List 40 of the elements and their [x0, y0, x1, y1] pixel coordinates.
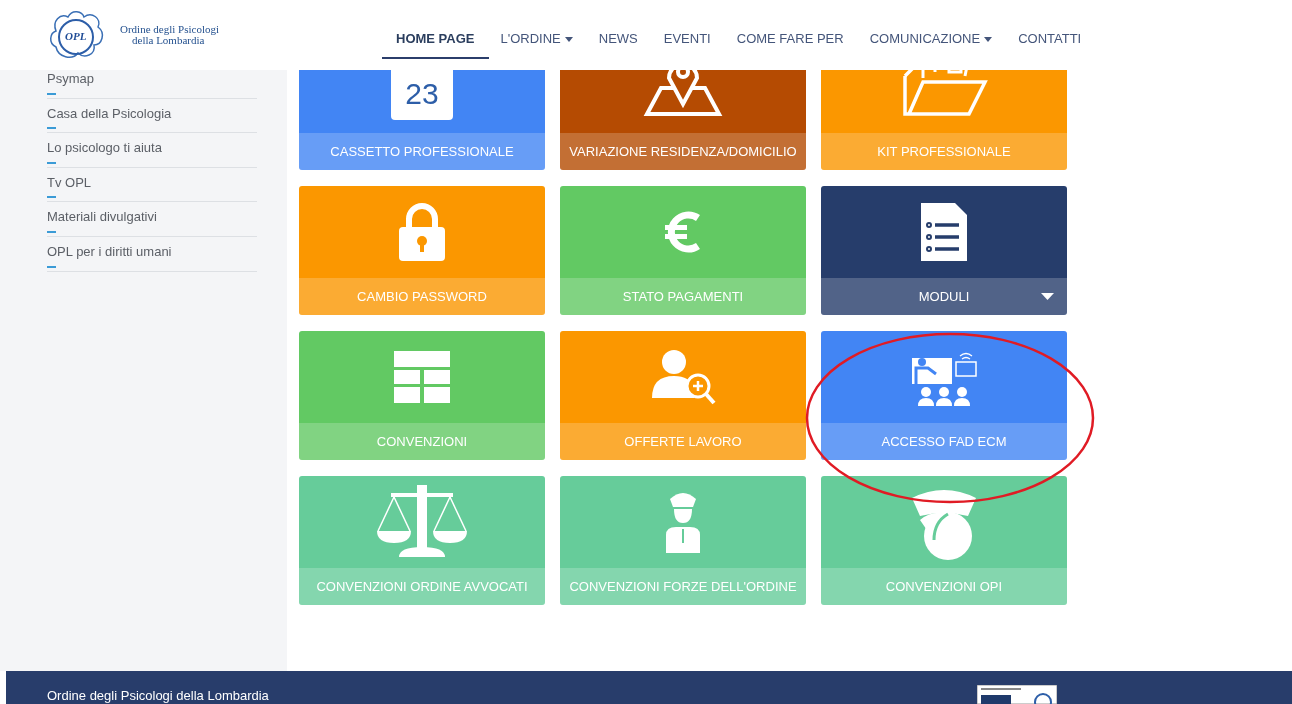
tile-label: STATO PAGAMENTI: [622, 287, 744, 306]
officer-icon: [664, 491, 702, 553]
logo-title: Ordine degli Psicologi: [120, 24, 219, 35]
grid-icon: [394, 351, 450, 403]
footer-text: Ordine degli Psicologi della Lombardia: [47, 689, 269, 702]
nav-link[interactable]: COMUNICAZIONE: [869, 21, 993, 59]
nav-link[interactable]: CONTATTI: [1018, 21, 1082, 59]
sidebar-link[interactable]: Materiali divulgativi: [47, 207, 157, 227]
sidebar-link[interactable]: Tv OPL: [47, 172, 92, 193]
nav-link[interactable]: HOME PAGE: [382, 21, 489, 59]
nav-link[interactable]: NEWS: [598, 21, 638, 59]
calendar-day: 23: [405, 77, 439, 110]
sidebar-link[interactable]: OPL per i diritti umani: [47, 241, 172, 262]
tile-label: MODULI: [918, 287, 970, 306]
sidebar-link[interactable]: Lo psicologo ti aiuta: [47, 138, 162, 158]
tile-label: CONVENZIONI ORDINE AVVOCATI: [316, 577, 528, 596]
scales-icon: [375, 485, 469, 559]
person-search-icon: [650, 348, 716, 406]
menu-tile[interactable]: VARIAZIONE RESIDENZA/DOMICILIO: [560, 70, 806, 170]
nav-link[interactable]: L'ORDINE: [500, 21, 573, 59]
nav-link[interactable]: EVENTI: [663, 21, 711, 59]
tile-label: CAMBIO PASSWORD: [357, 287, 487, 306]
menu-tile[interactable]: 23 CASSETTO PROFESSIONALE: [299, 70, 545, 170]
sidebar-link[interactable]: Casa della Psicologia: [47, 103, 172, 124]
euro-icon: [665, 210, 701, 254]
tile-label: KIT PROFESSIONALE: [877, 142, 1011, 161]
tile-label: CONVENZIONI FORZE DELL'ORDINE: [569, 577, 797, 596]
tile-label: CONVENZIONI: [376, 432, 468, 451]
logo-mark: OPL: [65, 31, 87, 42]
document-icon: [921, 203, 967, 261]
tile-label: CASSETTO PROFESSIONALE: [330, 142, 514, 161]
tile-label: ACCESSO FAD ECM: [881, 432, 1007, 451]
nav-link[interactable]: COME FARE PER: [736, 21, 844, 59]
sidebar-link[interactable]: Psymap: [47, 70, 94, 89]
logo-subtitle: della Lombardia: [131, 35, 205, 46]
tile-label: CONVENZIONI OPI: [885, 577, 1003, 596]
tile-label: VARIAZIONE RESIDENZA/DOMICILIO: [569, 142, 797, 161]
menu-tile[interactable]: MODULI: [821, 186, 1067, 315]
lock-icon: [397, 201, 447, 263]
tile-label: OFFERTE LAVORO: [624, 432, 742, 451]
